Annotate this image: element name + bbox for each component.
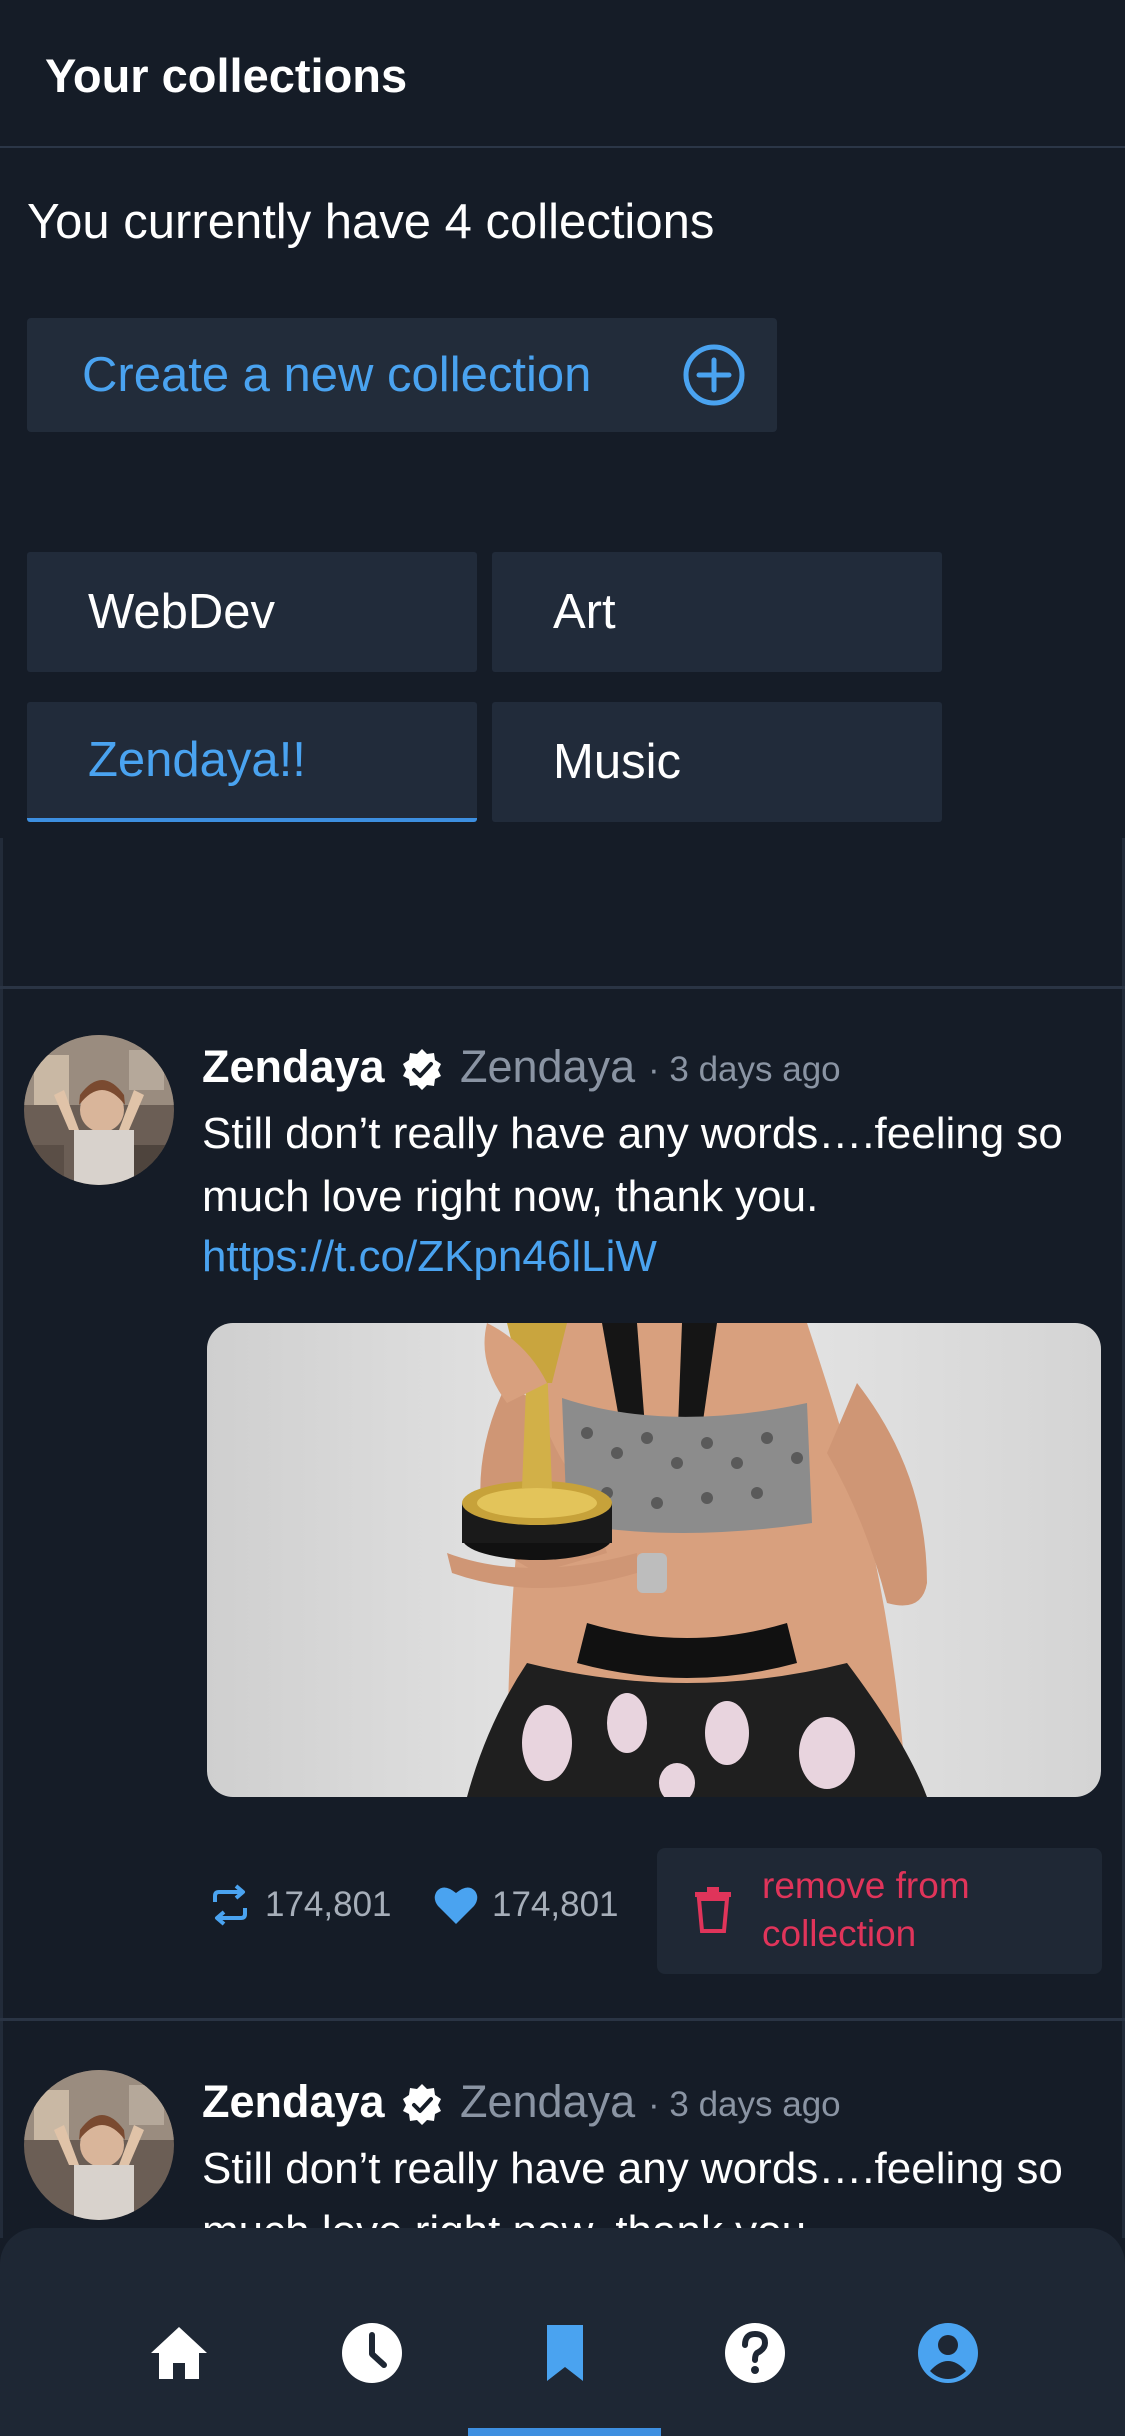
avatar[interactable]: [24, 1035, 174, 1185]
author-name[interactable]: Zendaya: [202, 1041, 385, 1093]
like-count-value: 174,801: [492, 1885, 619, 1924]
remove-label: remove from collection: [762, 1865, 970, 1954]
avatar-image: [24, 1035, 174, 1185]
retweet-count-value: 174,801: [265, 1885, 392, 1924]
like-count[interactable]: 174,801: [432, 1882, 619, 1928]
retweet-count[interactable]: 174,801: [207, 1882, 392, 1928]
author-handle[interactable]: Zendaya: [460, 1041, 635, 1093]
retweet-icon: [213, 1884, 247, 1926]
collection-tab-webdev[interactable]: WebDev: [27, 552, 477, 672]
trash-icon: [695, 1887, 731, 1933]
profile-icon[interactable]: [916, 2321, 980, 2385]
plus-circle-icon: [683, 344, 745, 406]
author-handle[interactable]: Zendaya: [460, 2076, 635, 2128]
panel-border: [0, 838, 3, 2238]
author-name[interactable]: Zendaya: [202, 2076, 385, 2128]
bookmark-icon[interactable]: [533, 2321, 597, 2385]
tweet-text: Still don’t really have any words….feeli…: [202, 1109, 1063, 1221]
bottom-navigation: [0, 2228, 1125, 2436]
collection-tab-art[interactable]: Art: [492, 552, 942, 672]
create-collection-button[interactable]: Create a new collection: [27, 318, 777, 432]
award-photo: [207, 1323, 1101, 1797]
divider: [0, 986, 1125, 989]
collections-page: Your collections You currently have 4 co…: [0, 0, 1125, 2436]
tweet-media-image[interactable]: [207, 1323, 1101, 1797]
collection-tab-music[interactable]: Music: [492, 702, 942, 822]
tweet-link[interactable]: https://t.co/ZKpn46lLiW: [202, 1232, 657, 1282]
verified-badge-icon: [403, 1049, 441, 1090]
collection-tab-label: Art: [553, 585, 616, 639]
help-icon[interactable]: [723, 2321, 787, 2385]
history-icon[interactable]: [340, 2321, 404, 2385]
heart-icon: [434, 1887, 478, 1924]
collection-tab-label: Music: [553, 735, 681, 789]
create-collection-label: Create a new collection: [82, 348, 592, 402]
home-icon[interactable]: [147, 2321, 211, 2385]
verified-badge-icon: [403, 2084, 441, 2125]
remove-from-collection-button[interactable]: remove from collection: [657, 1848, 1102, 1974]
collections-count-text: You currently have 4 collections: [27, 195, 715, 249]
active-tab-indicator: [468, 2428, 661, 2436]
collection-tab-label: WebDev: [88, 585, 276, 639]
collection-tab-zendaya[interactable]: Zendaya!!: [27, 702, 477, 822]
avatar[interactable]: [24, 2070, 174, 2220]
divider: [0, 2018, 1125, 2021]
collection-tab-label: Zendaya!!: [88, 733, 306, 787]
avatar-image: [24, 2070, 174, 2220]
page-title: Your collections: [45, 49, 408, 102]
tweet-timestamp: · 3 days ago: [648, 1050, 841, 1089]
top-header: Your collections: [0, 0, 1125, 148]
tweet-timestamp: · 3 days ago: [648, 2085, 841, 2124]
